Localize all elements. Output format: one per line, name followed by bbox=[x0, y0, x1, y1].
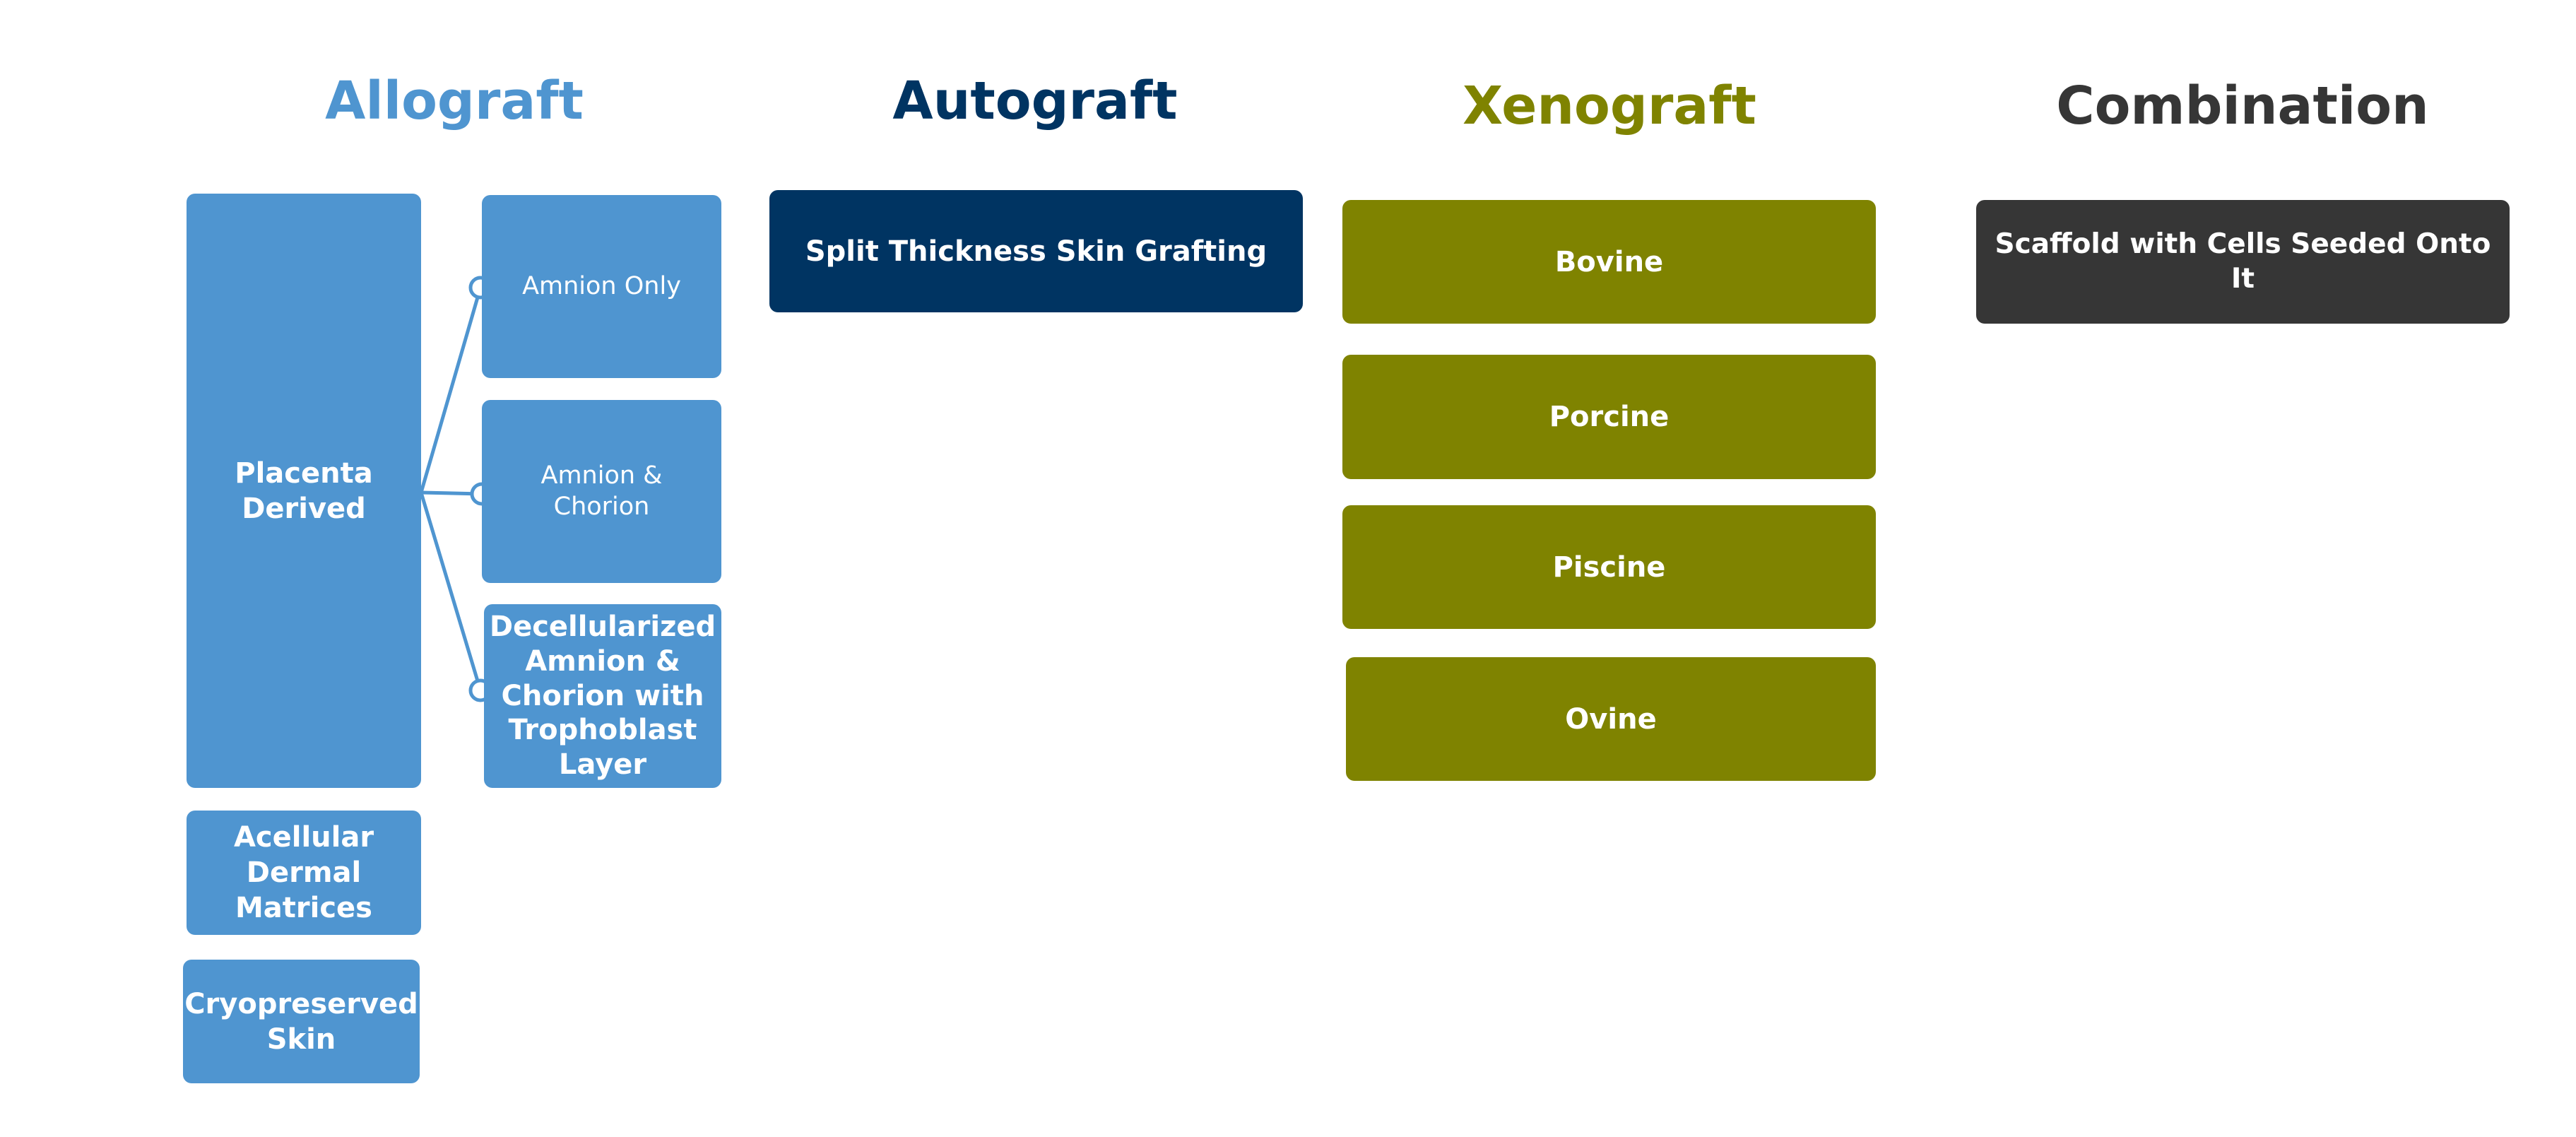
placenta-derived-box: Placenta Derived bbox=[187, 194, 421, 788]
acellular-dermal-matrices-box: Acellular Dermal Matrices bbox=[187, 811, 421, 935]
porcine-box: Porcine bbox=[1342, 355, 1876, 479]
cryopreserved-skin-box: Cryopreserved Skin bbox=[183, 960, 420, 1083]
amnion-only-box: Amnion Only bbox=[482, 195, 721, 378]
decellularized-box: Decellularized Amnion & Chorion with Tro… bbox=[484, 604, 721, 788]
scaffold-box: Scaffold with Cells Seeded Onto It bbox=[1976, 200, 2510, 324]
connector-line bbox=[419, 492, 483, 691]
ovine-box: Ovine bbox=[1346, 657, 1876, 781]
piscine-box: Piscine bbox=[1342, 505, 1876, 629]
connector-line bbox=[419, 287, 483, 493]
amnion-chorion-box: Amnion & Chorion bbox=[482, 400, 721, 583]
bovine-box: Bovine bbox=[1342, 200, 1876, 324]
split-thickness-box: Split Thickness Skin Grafting bbox=[769, 190, 1303, 312]
